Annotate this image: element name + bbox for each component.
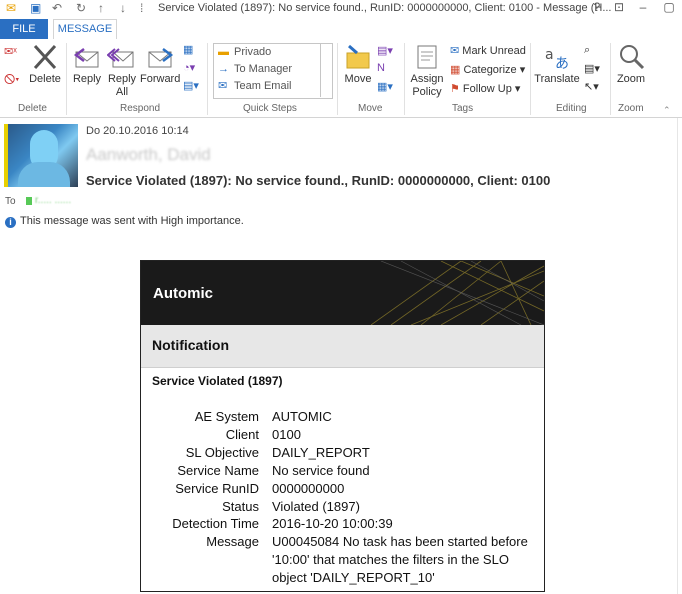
actions-icon[interactable]: ▦▾ [377,80,393,93]
save-icon[interactable]: ▣ [30,1,41,15]
categorize-icon: ▦ [450,64,464,76]
reply-button[interactable]: Reply [70,43,104,86]
divider [66,43,67,115]
respond-group-label: Respond [120,103,161,114]
service-title: Service Violated (1897) [152,374,283,388]
collapse-ribbon-icon[interactable]: ⌃ [663,105,671,116]
zoom-icon [620,45,645,70]
undo-icon[interactable]: ↶ [52,1,62,15]
quick-step-privado[interactable]: ▬ Privado [214,44,332,61]
quick-steps-group-label: Quick Steps [243,103,297,114]
divider [610,43,611,115]
divider [530,43,531,115]
info-icon: i [5,217,16,228]
message-subject: Service Violated (1897): No service foun… [86,173,551,188]
customize-qat-icon[interactable]: ⁞ [140,1,143,15]
delete-group-label: Delete [18,103,47,114]
quick-steps-scroll[interactable] [320,43,333,97]
next-item-icon[interactable]: ↓ [120,1,126,15]
im-icon[interactable]: ◔▾ [183,61,195,74]
sender-avatar [4,124,78,187]
find-icon[interactable]: ⌕ [584,44,590,57]
quick-steps-gallery: ▬ Privado → To Manager ✉ Team Email [213,43,333,99]
tab-message[interactable]: MESSAGE [53,19,117,40]
follow-up-button[interactable]: ⚑ Follow Up ▾ [450,82,520,95]
zoom-button[interactable]: Zoom [614,43,648,86]
notification-heading: Notification [152,337,229,353]
mail-icon: ✉ [6,1,17,15]
automic-logo: Automic [153,285,213,302]
meeting-icon[interactable]: ▦ [183,43,193,56]
select-icon[interactable]: ↖▾ [584,80,599,93]
flag-icon: ⚑ [450,83,463,95]
categorize-button[interactable]: ▦ Categorize ▾ [450,63,525,76]
title-bar: ✉ ▣ ↶ ↻ ↑ ↓ ⁞ Service Violated (1897): N… [0,0,682,17]
arrow-right-icon: → [218,63,229,75]
delete-icon [33,44,57,70]
junk-icon[interactable]: 🛇▾ [4,71,19,90]
more-respond-icon[interactable]: ▤▾ [183,79,199,92]
previous-item-icon[interactable]: ↑ [98,1,104,15]
help-button[interactable]: ? [586,0,608,17]
zoom-group-label: Zoom [618,103,644,114]
restore-icon[interactable]: ▢ [658,0,680,17]
received-date: Do 20.10.2016 10:14 [86,125,189,137]
move-button[interactable]: Move [341,43,375,86]
tags-group-label: Tags [452,103,474,114]
rules-icon[interactable]: ▤▾ [377,44,393,57]
envelope-icon: ✉ [450,45,463,57]
window-title: Service Violated (1897): No service foun… [158,2,612,14]
svg-text:あ: あ [555,56,569,71]
reply-all-icon [107,48,134,68]
redo-icon[interactable]: ↻ [76,1,86,15]
tab-file[interactable]: FILE [0,19,48,39]
brand-banner: Automic [141,261,544,325]
move-icon [346,44,370,69]
translate-button[interactable]: aあ Translate [534,43,580,86]
divider [337,43,338,115]
email-body: Automic Notification Service Violated (1… [140,260,545,592]
ribbon: ✉ˣ 🛇▾ Delete Delete Reply Reply All Forw… [0,39,682,118]
forward-button[interactable]: Forward [140,43,180,86]
importance-notice: i This message was sent with High importa… [5,215,244,228]
sender-name[interactable]: Aanworth, David [86,145,211,165]
quick-step-to-manager[interactable]: → To Manager [214,61,332,78]
onenote-icon[interactable]: N [377,62,385,74]
divider [404,43,405,115]
to-label: To [5,196,16,207]
ignore-icon[interactable]: ✉ˣ [4,45,17,58]
message-text: U00045084 No task has been started befor… [272,534,528,585]
ribbon-tabs: FILE MESSAGE [0,17,682,40]
assign-policy-button[interactable]: Assign Policy [408,43,446,99]
divider [207,43,208,115]
forward-icon [148,48,174,68]
editing-group-label: Editing [556,103,587,114]
related-icon[interactable]: ▤▾ [584,62,600,75]
reply-icon [73,48,99,68]
reply-all-button[interactable]: Reply All [104,43,140,99]
minimize-icon[interactable]: – [632,0,654,17]
mark-unread-button[interactable]: ✉ Mark Unread [450,44,526,57]
delete-button[interactable]: Delete [28,43,62,86]
folder-icon: ▬ [218,46,229,58]
avatar-body [18,162,70,187]
recipient-name[interactable]: r..... ...... [35,195,71,206]
move-group-label: Move [358,103,383,114]
presence-indicator [26,197,32,205]
translate-icon: aあ [545,47,569,71]
ribbon-display-icon[interactable]: ⊡ [608,0,630,17]
svg-text:a: a [545,47,554,63]
reading-pane-scrollbar[interactable] [677,118,682,594]
assign-policy-icon [417,45,437,69]
quick-step-team-email[interactable]: ✉ Team Email [214,78,332,95]
team-icon: ✉ [218,80,228,92]
